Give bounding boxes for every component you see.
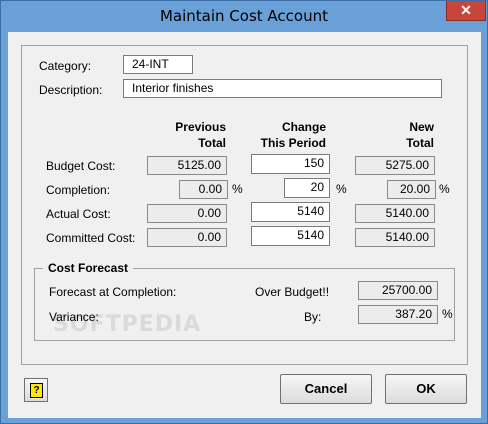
variance-value: 387.20 [358,305,438,324]
completion-previous: 0.00 [179,180,228,199]
budget-cost-label: Budget Cost: [46,159,116,173]
window-title: Maintain Cost Account [159,7,328,25]
variance-by-label: By: [304,310,322,324]
actual-cost-previous: 0.00 [147,204,227,223]
committed-cost-label: Committed Cost: [46,231,136,245]
actual-cost-new: 5140.00 [355,204,435,223]
variance-percent: % [442,307,453,321]
cancel-button[interactable]: Cancel [280,374,372,404]
completion-label: Completion: [46,183,111,197]
committed-cost-new: 5140.00 [355,228,435,247]
completion-new-percent: % [439,182,450,196]
actual-cost-label: Actual Cost: [46,207,111,221]
new-total-header: New Total [406,120,434,150]
cost-forecast-title: Cost Forecast [43,261,134,275]
category-label: Category: [39,59,92,73]
help-icon: ? [30,383,43,398]
completion-new: 20.00 [387,180,436,199]
title-bar[interactable]: Maintain Cost Account ✕ [1,1,487,31]
actual-cost-change-input[interactable]: 5140 [251,202,330,222]
over-budget-status: Over Budget!! [255,285,330,299]
description-label: Description: [39,83,103,97]
description-field[interactable]: Interior finishes [123,79,442,98]
close-button[interactable]: ✕ [446,1,486,21]
forecast-at-completion-value: 25700.00 [358,281,438,300]
variance-label: Variance: [49,310,99,324]
change-this-period-header: Change This Period [260,120,326,150]
dialog-window: Maintain Cost Account ✕ Category: 24-INT… [0,0,488,424]
forecast-at-completion-label: Forecast at Completion: [49,285,177,299]
category-field[interactable]: 24-INT [123,55,193,74]
help-button[interactable]: ? [24,378,48,402]
committed-cost-previous: 0.00 [147,228,227,247]
dialog-client-area: Category: 24-INT Description: Interior f… [8,32,481,418]
committed-cost-change-input[interactable]: 5140 [251,226,330,246]
budget-cost-previous: 5125.00 [147,156,227,175]
completion-previous-percent: % [232,182,243,196]
completion-change-percent: % [336,182,347,196]
ok-button[interactable]: OK [385,374,467,404]
budget-cost-new: 5275.00 [355,156,435,175]
completion-change-input[interactable]: 20 [284,178,330,198]
budget-cost-change-input[interactable]: 150 [251,154,330,174]
previous-total-header: Previous Total [175,120,226,150]
